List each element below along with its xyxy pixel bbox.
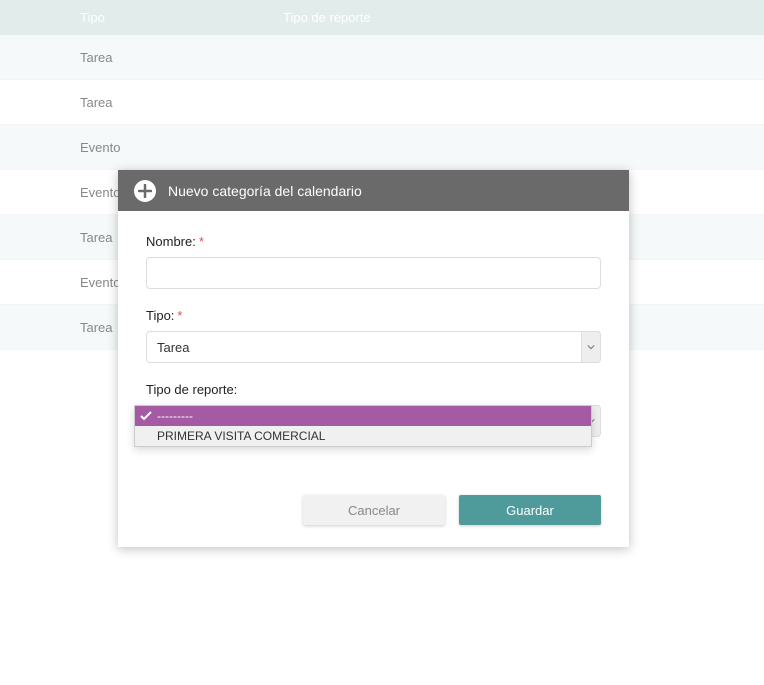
form-group-tipo: Tipo:* Tarea <box>146 307 601 363</box>
tipo-select[interactable]: Tarea <box>146 331 601 363</box>
reporte-label: Tipo de reporte: <box>146 382 237 397</box>
plus-circle-icon <box>134 180 156 202</box>
modal-body: Nombre:* Tipo:* Tarea Tipo de reporte: <box>118 211 629 495</box>
tipo-label: Tipo:* <box>146 308 182 323</box>
nombre-input[interactable] <box>146 257 601 289</box>
check-icon <box>140 410 152 422</box>
save-button[interactable]: Guardar <box>459 495 601 525</box>
dropdown-option-label: --------- <box>157 409 193 423</box>
cell-tipo: Evento <box>80 140 283 155</box>
table-row[interactable]: Tarea <box>0 35 764 80</box>
cell-tipo: Tarea <box>80 50 283 65</box>
nombre-label: Nombre:* <box>146 234 204 249</box>
modal-title: Nuevo categoría del calendario <box>168 183 362 199</box>
dropdown-option-primera-visita[interactable]: PRIMERA VISITA COMERCIAL <box>135 426 591 446</box>
modal-header: Nuevo categoría del calendario <box>118 170 629 211</box>
dropdown-option-label: PRIMERA VISITA COMERCIAL <box>157 429 325 443</box>
table-header-row: Tipo Tipo de reporte <box>0 0 764 35</box>
modal-footer: Cancelar Guardar <box>118 495 629 547</box>
dropdown-option-none[interactable]: --------- <box>135 406 591 426</box>
cell-tipo: Tarea <box>80 95 283 110</box>
table-row[interactable]: Evento <box>0 125 764 170</box>
tipo-select-value: Tarea <box>146 331 601 363</box>
new-category-modal: Nuevo categoría del calendario Nombre:* … <box>118 170 629 547</box>
header-reporte: Tipo de reporte <box>283 10 764 25</box>
reporte-dropdown-menu: --------- PRIMERA VISITA COMERCIAL <box>134 405 592 447</box>
required-asterisk: * <box>199 234 204 249</box>
tipo-label-text: Tipo: <box>146 308 174 323</box>
table-row[interactable]: Tarea <box>0 80 764 125</box>
nombre-label-text: Nombre: <box>146 234 196 249</box>
required-asterisk: * <box>177 308 182 323</box>
header-tipo: Tipo <box>80 10 283 25</box>
form-group-nombre: Nombre:* <box>146 233 601 289</box>
cancel-button[interactable]: Cancelar <box>303 495 445 525</box>
chevron-down-icon <box>581 331 601 363</box>
